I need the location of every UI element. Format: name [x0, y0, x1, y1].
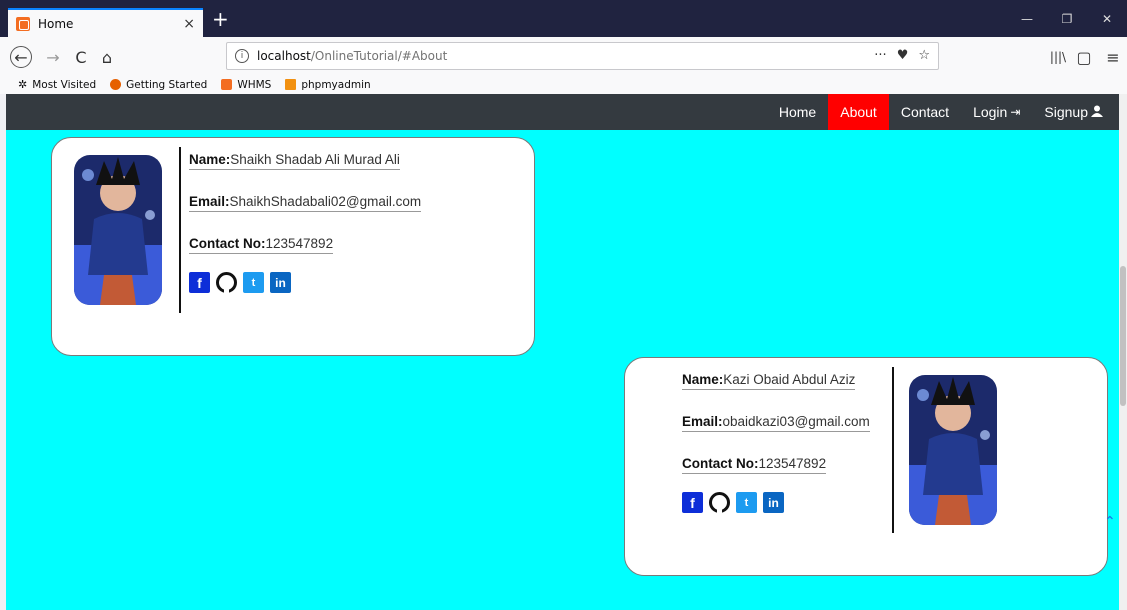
user-icon [1091, 105, 1103, 120]
restore-button[interactable]: ❐ [1047, 0, 1087, 37]
sidebar-icon[interactable]: ▢ [1073, 46, 1095, 68]
site-navbar: Home About Contact Login ⇥ Signup [6, 94, 1119, 130]
name-field: Name:Shaikh Shadab Ali Murad Ali [189, 152, 400, 170]
scroll-to-top-icon[interactable]: ⌃ [1104, 514, 1116, 530]
page-scrollbar[interactable] [1119, 94, 1127, 610]
tab-close-icon[interactable]: × [183, 16, 195, 32]
site-nav-links: Home About Contact Login ⇥ Signup [767, 94, 1115, 130]
url-host: localhost [257, 49, 311, 63]
xampp-favicon-icon [16, 16, 30, 31]
xampp-icon [221, 79, 233, 90]
profile-avatar [74, 155, 162, 305]
bookmark-whms[interactable]: WHMS [221, 79, 271, 91]
email-field: Email:ShaikhShadabali02@gmail.com [189, 194, 422, 212]
forward-button[interactable]: → [42, 46, 64, 68]
url-bar[interactable]: i localhost /OnlineTutorial/#About ··· ♥… [226, 42, 939, 70]
nav-signup[interactable]: Signup [1032, 94, 1115, 130]
contact-label: Contact No: [189, 236, 266, 251]
name-value: Shaikh Shadab Ali Murad Ali [230, 152, 400, 167]
twitter-icon[interactable]: t [243, 272, 264, 293]
email-value: ShaikhShadabali02@gmail.com [229, 194, 422, 209]
contact-field: Contact No:123547892 [682, 456, 827, 474]
linkedin-icon[interactable]: in [270, 272, 291, 293]
scrollbar-thumb[interactable] [1120, 266, 1126, 406]
page-content: Home About Contact Login ⇥ Signup Name:S… [6, 94, 1119, 610]
bookmark-label: phpmyadmin [301, 78, 371, 91]
close-window-button[interactable]: ✕ [1087, 0, 1127, 37]
name-value: Kazi Obaid Abdul Aziz [723, 372, 856, 387]
library-icon[interactable]: |||\ [1047, 46, 1069, 68]
home-button[interactable]: ⌂ [96, 46, 118, 68]
bookmark-label: Getting Started [126, 78, 208, 91]
firefox-icon [110, 79, 122, 90]
contact-field: Contact No:123547892 [189, 236, 334, 254]
minimize-button[interactable]: — [1007, 0, 1047, 37]
nav-about[interactable]: About [828, 94, 889, 130]
gear-icon: ✲ [18, 78, 28, 91]
nav-home[interactable]: Home [767, 94, 828, 130]
bookmark-most-visited[interactable]: ✲ Most Visited [18, 78, 96, 91]
bookmark-phpmyadmin[interactable]: phpmyadmin [285, 78, 371, 91]
nav-contact[interactable]: Contact [889, 94, 961, 130]
bookmark-label: WHMS [237, 78, 272, 91]
name-field: Name:Kazi Obaid Abdul Aziz [682, 372, 856, 390]
email-value: obaidkazi03@gmail.com [722, 414, 870, 429]
github-icon[interactable] [216, 272, 237, 293]
nav-login[interactable]: Login ⇥ [961, 94, 1032, 130]
bookmark-star-icon[interactable]: ☆ [918, 48, 930, 63]
facebook-icon[interactable]: f [682, 492, 703, 513]
login-icon: ⇥ [1010, 105, 1021, 119]
menu-icon[interactable]: ≡ [1102, 46, 1124, 68]
twitter-icon[interactable]: t [736, 492, 757, 513]
site-info-icon[interactable]: i [235, 49, 249, 63]
email-label: Email: [189, 194, 230, 209]
profile-card-1: Name:Shaikh Shadab Ali Murad Ali Email:S… [51, 137, 535, 356]
name-label: Name: [189, 152, 231, 167]
card-divider [892, 367, 894, 533]
url-path: /OnlineTutorial/#About [310, 49, 448, 63]
phpmyadmin-icon [285, 79, 297, 90]
tab-bar: Home × + — ❐ ✕ [0, 0, 1127, 37]
facebook-icon[interactable]: f [189, 272, 210, 293]
contact-label: Contact No: [682, 456, 759, 471]
page-actions-icon[interactable]: ··· [874, 48, 886, 63]
profile-info: Name:Kazi Obaid Abdul Aziz Email:obaidka… [682, 372, 870, 513]
contact-value: 123547892 [265, 236, 334, 251]
nav-login-label: Login [973, 104, 1008, 120]
github-icon[interactable] [709, 492, 730, 513]
pocket-icon[interactable]: ♥ [897, 48, 909, 63]
social-links: f t in [682, 492, 870, 513]
new-tab-button[interactable]: + [212, 8, 229, 30]
nav-signup-label: Signup [1044, 104, 1088, 120]
back-button[interactable]: ← [10, 46, 32, 68]
name-label: Name: [682, 372, 724, 387]
tab-title: Home [38, 16, 74, 31]
tab-home[interactable]: Home × [8, 8, 203, 37]
bookmarks-bar: ✲ Most Visited Getting Started WHMS phpm… [0, 75, 1127, 94]
reload-button[interactable]: C [70, 46, 92, 68]
email-field: Email:obaidkazi03@gmail.com [682, 414, 870, 432]
contact-value: 123547892 [758, 456, 827, 471]
bookmark-getting-started[interactable]: Getting Started [110, 79, 207, 91]
card-divider [179, 147, 181, 313]
profile-card-2: Name:Kazi Obaid Abdul Aziz Email:obaidka… [624, 357, 1108, 576]
email-label: Email: [682, 414, 723, 429]
profile-info: Name:Shaikh Shadab Ali Murad Ali Email:S… [189, 152, 422, 293]
window-controls: — ❐ ✕ [1007, 0, 1127, 37]
bookmark-label: Most Visited [32, 78, 97, 91]
browser-window: Home × + — ❐ ✕ ← → C ⌂ |||\ ▢ ≡ i localh… [0, 0, 1127, 610]
linkedin-icon[interactable]: in [763, 492, 784, 513]
url-actions: ··· ♥ ☆ [874, 48, 930, 63]
profile-avatar [909, 375, 997, 525]
